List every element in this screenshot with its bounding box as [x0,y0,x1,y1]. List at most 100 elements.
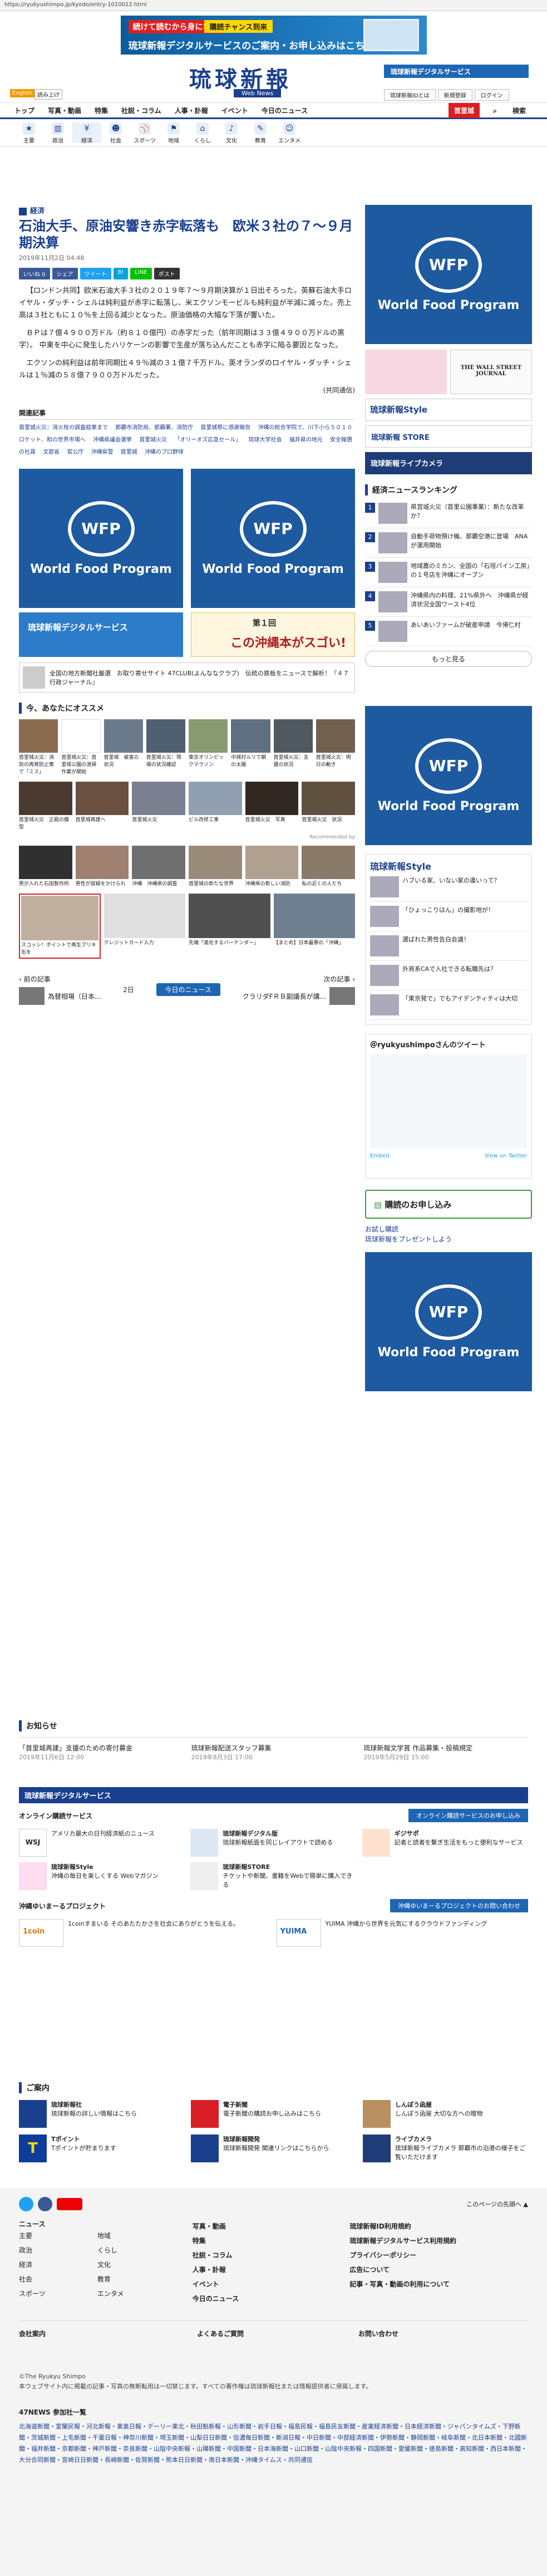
keyword-link[interactable]: 首里城祭に感謝報告 [200,425,250,431]
line-button[interactable]: LINE [130,268,152,279]
ranking-more-button[interactable]: もっと見る [365,651,532,667]
recommend-item[interactable]: 私の近くの人たち [302,846,355,888]
digital-item[interactable]: ギジサポ 記者と読者を繋ぎ生活をもっと便利なサービス [362,1829,528,1857]
about-id-link[interactable]: 琉球新報IDとは [384,89,436,101]
footer-link[interactable]: 社説・コラム [193,2248,333,2263]
address-bar[interactable]: https://ryukyushimpo.jp/kyodo/entry-1010… [0,0,547,11]
guide-item[interactable]: 電子新聞 電子新聞の購読お申し込みはこちら [191,2100,356,2128]
login-link[interactable]: ログイン [474,89,509,101]
okinawa-book-ad[interactable]: 第１回 この沖縄本がスゴい! [191,612,355,657]
wfp-ad-left[interactable]: WFP World Food Program [19,469,183,608]
recommend-item[interactable]: 沖縄県の新しい消防 [245,846,299,888]
footer-news-link[interactable]: 教育 [97,2272,176,2286]
keyword-link[interactable]: 官公庁 [67,449,83,455]
online-apply-button[interactable]: オンライン購読サービスのお申し込み [408,1809,528,1822]
project-item[interactable]: 1coin 1coinすまいる そのあたたかさを社会にありがとうを伝える。 [19,1919,271,1947]
footer-link[interactable]: イベント [193,2277,333,2292]
keyword-link[interactable]: 那覇市消防局、那覇署、消防庁 [115,425,193,431]
keyword-link[interactable]: 福井県の地元 [289,437,323,443]
footer-news-link[interactable]: 主要 [19,2229,97,2243]
recommend-item[interactable]: 首里城火災 写真 [245,782,299,831]
facebook-like-button[interactable]: いいね 0 [19,268,50,279]
cat-education[interactable]: ✎ 教育 [246,122,275,144]
register-link[interactable]: 新規登録 [437,89,472,101]
cat-sports[interactable]: ⚾ スポーツ [130,122,159,144]
post-button[interactable]: ポスト [154,268,180,279]
gnav-event[interactable]: イベント [215,106,255,115]
twitter-embed-link[interactable]: Embed [370,1153,390,1159]
style-item[interactable]: 外資系CAで入社できる転職先は？ [370,961,527,990]
recommend-item[interactable]: 先端「進化するバーテンダー」 [189,894,270,959]
today-news-button[interactable]: 今日のニュース [156,983,220,996]
subscribe-button[interactable]: ▤ 購読のお申し込み [365,1190,532,1219]
recommend-item[interactable]: 首里城火災：明日の動き [316,719,355,776]
recommend-item[interactable]: 首里城再建へ [75,782,129,831]
store-banner[interactable]: 琉球新報 STORE [365,425,532,448]
recommend-item[interactable]: 首里城火災：首里城公園の清掃作業が開始 [61,719,101,776]
guide-item[interactable]: T Tポイント Tポイントが貯まります [19,2135,184,2162]
wfp-side-ad-3[interactable]: WFP World Food Program [365,1252,532,1391]
style-item[interactable]: 「東京発で」でもアイデンティティは大切 [370,990,527,1020]
side-banner-ad[interactable] [365,350,447,394]
present-link[interactable]: 琉球新報をプレゼントしよう [365,1234,532,1244]
footer-link[interactable]: 琉球新報デジタルサービス利用規約 [349,2234,528,2248]
style-item[interactable]: 「ひょっこりはん」の撮影地が！ [370,902,527,931]
recommend-item[interactable]: ビル改修工事 [188,782,242,831]
keyword-link[interactable]: 首里城 [121,449,137,455]
hatena-button[interactable]: B! [113,268,129,279]
recommend-item[interactable]: 首里城 被害の状況 [104,719,143,776]
cat-politics[interactable]: ▥ 政治 [43,122,72,144]
footer-news-link[interactable]: スポーツ [19,2286,97,2301]
youtube-icon[interactable] [57,2198,82,2210]
tweet-content[interactable] [370,1054,527,1149]
recommend-item[interactable]: クレジットカード入力 [104,894,185,959]
project-contact-button[interactable]: 沖縄ゆいまーるプロジェクトのお問い合わせ [390,1899,528,1912]
footer-news-link[interactable]: 社会 [19,2272,97,2286]
digital-item[interactable]: 琉球新報デジタル版 琉球新報紙面を同じレイアウトで読める [190,1829,356,1857]
cat-main[interactable]: ★ 主要 [14,122,43,144]
keyword-link[interactable]: 「オリーオズ応急セール」 [174,437,241,443]
facebook-icon[interactable] [38,2197,52,2211]
gnav-personnel[interactable]: 人事・訃報 [168,106,215,115]
digital-item[interactable]: 琉球新報STORE チケットや新聞、書籍をWebで簡単に購入できる [190,1862,356,1890]
search-button[interactable]: ⌕ 検索 [480,106,539,115]
prev-article[interactable]: ‹ 前の記事 為替相場（日本... [19,974,101,1005]
gnav-column[interactable]: 社説・コラム [115,106,168,115]
footer-link[interactable]: 今日のニュース [193,2292,333,2306]
footer-link[interactable]: 写真・動画 [193,2219,333,2234]
footer-link[interactable]: 琉球新報ID利用規約 [349,2219,528,2234]
recommend-item[interactable]: 首里城火災：支援の状況 [273,719,313,776]
next-article[interactable]: 次の記事 › クラリダFＲＢ副議長が講... [243,974,355,1005]
contact-link[interactable]: お問い合わせ [358,2329,398,2338]
recommend-item[interactable]: スコッシ！ポイントで再生ブリキ缶を [19,894,101,959]
gnav-top[interactable]: トップ [8,106,41,115]
cat-life[interactable]: ⌂ くらし [188,122,217,144]
guide-item[interactable]: 琉球新報社 琉球新報の詳しい情報はこちら [19,2100,184,2128]
recommend-item[interactable]: 首里城火災 状況 [302,782,355,831]
wfp-side-ad[interactable]: WFP World Food Program [365,205,532,344]
footer-news-link[interactable]: 政治 [19,2243,97,2258]
ranking-item[interactable]: 4 沖縄県内の料理、21%県外へ 沖縄県が経済状況全国ワースト4位 [365,587,532,617]
recommend-item[interactable]: 首里城火災：消防の再発防止策で「ミス」 [19,719,58,776]
footer-link[interactable]: 広告について [349,2263,528,2277]
wfp-ad-right[interactable]: WFP World Food Program [191,469,355,608]
cat-economy[interactable]: ¥ 経済 [72,122,101,144]
keyword-link[interactable]: 首里城火災 [139,437,167,443]
company-link[interactable]: 会社案内 [19,2329,180,2338]
guide-item[interactable]: ライブカメラ 琉球新報ライブカメラ 那覇市の泊港の様子をご覧いただけます [363,2135,528,2162]
page-top-link[interactable]: このページの先頭へ ▲ [466,2200,528,2209]
gnav-today[interactable]: 今日のニュース [255,106,314,115]
wsj-banner-ad[interactable]: THE WALL STREET JOURNAL [450,350,532,394]
digital-service-ad[interactable]: 琉球新報デジタルサービス [19,612,183,657]
keyword-link[interactable]: 沖縄のプロ野球 [145,449,184,455]
footer-link[interactable]: プライバシーポリシー [349,2248,528,2263]
footer-news-link[interactable]: 文化 [97,2258,176,2272]
notice-item[interactable]: 「首里城再建」支援のための寄付募金 2019年11月6日 12:00 [19,1743,184,1762]
english-link[interactable]: English [10,89,35,97]
47news-list[interactable]: 北海道新聞・室蘭民報・河北新報・東奥日報・デーリー東北・秋田魁新報・山形新聞・岩… [19,2421,528,2466]
recommend-item[interactable]: 中城村ルリで朝の太陽 [231,719,270,776]
facebook-share-button[interactable]: シェア [52,268,78,279]
footer-news-link[interactable]: くらし [97,2243,176,2258]
style-item[interactable]: ハブいる家、いない家の違いって？ [370,872,527,902]
recommend-item[interactable]: 沖縄 沖縄県の調査 [132,846,185,888]
